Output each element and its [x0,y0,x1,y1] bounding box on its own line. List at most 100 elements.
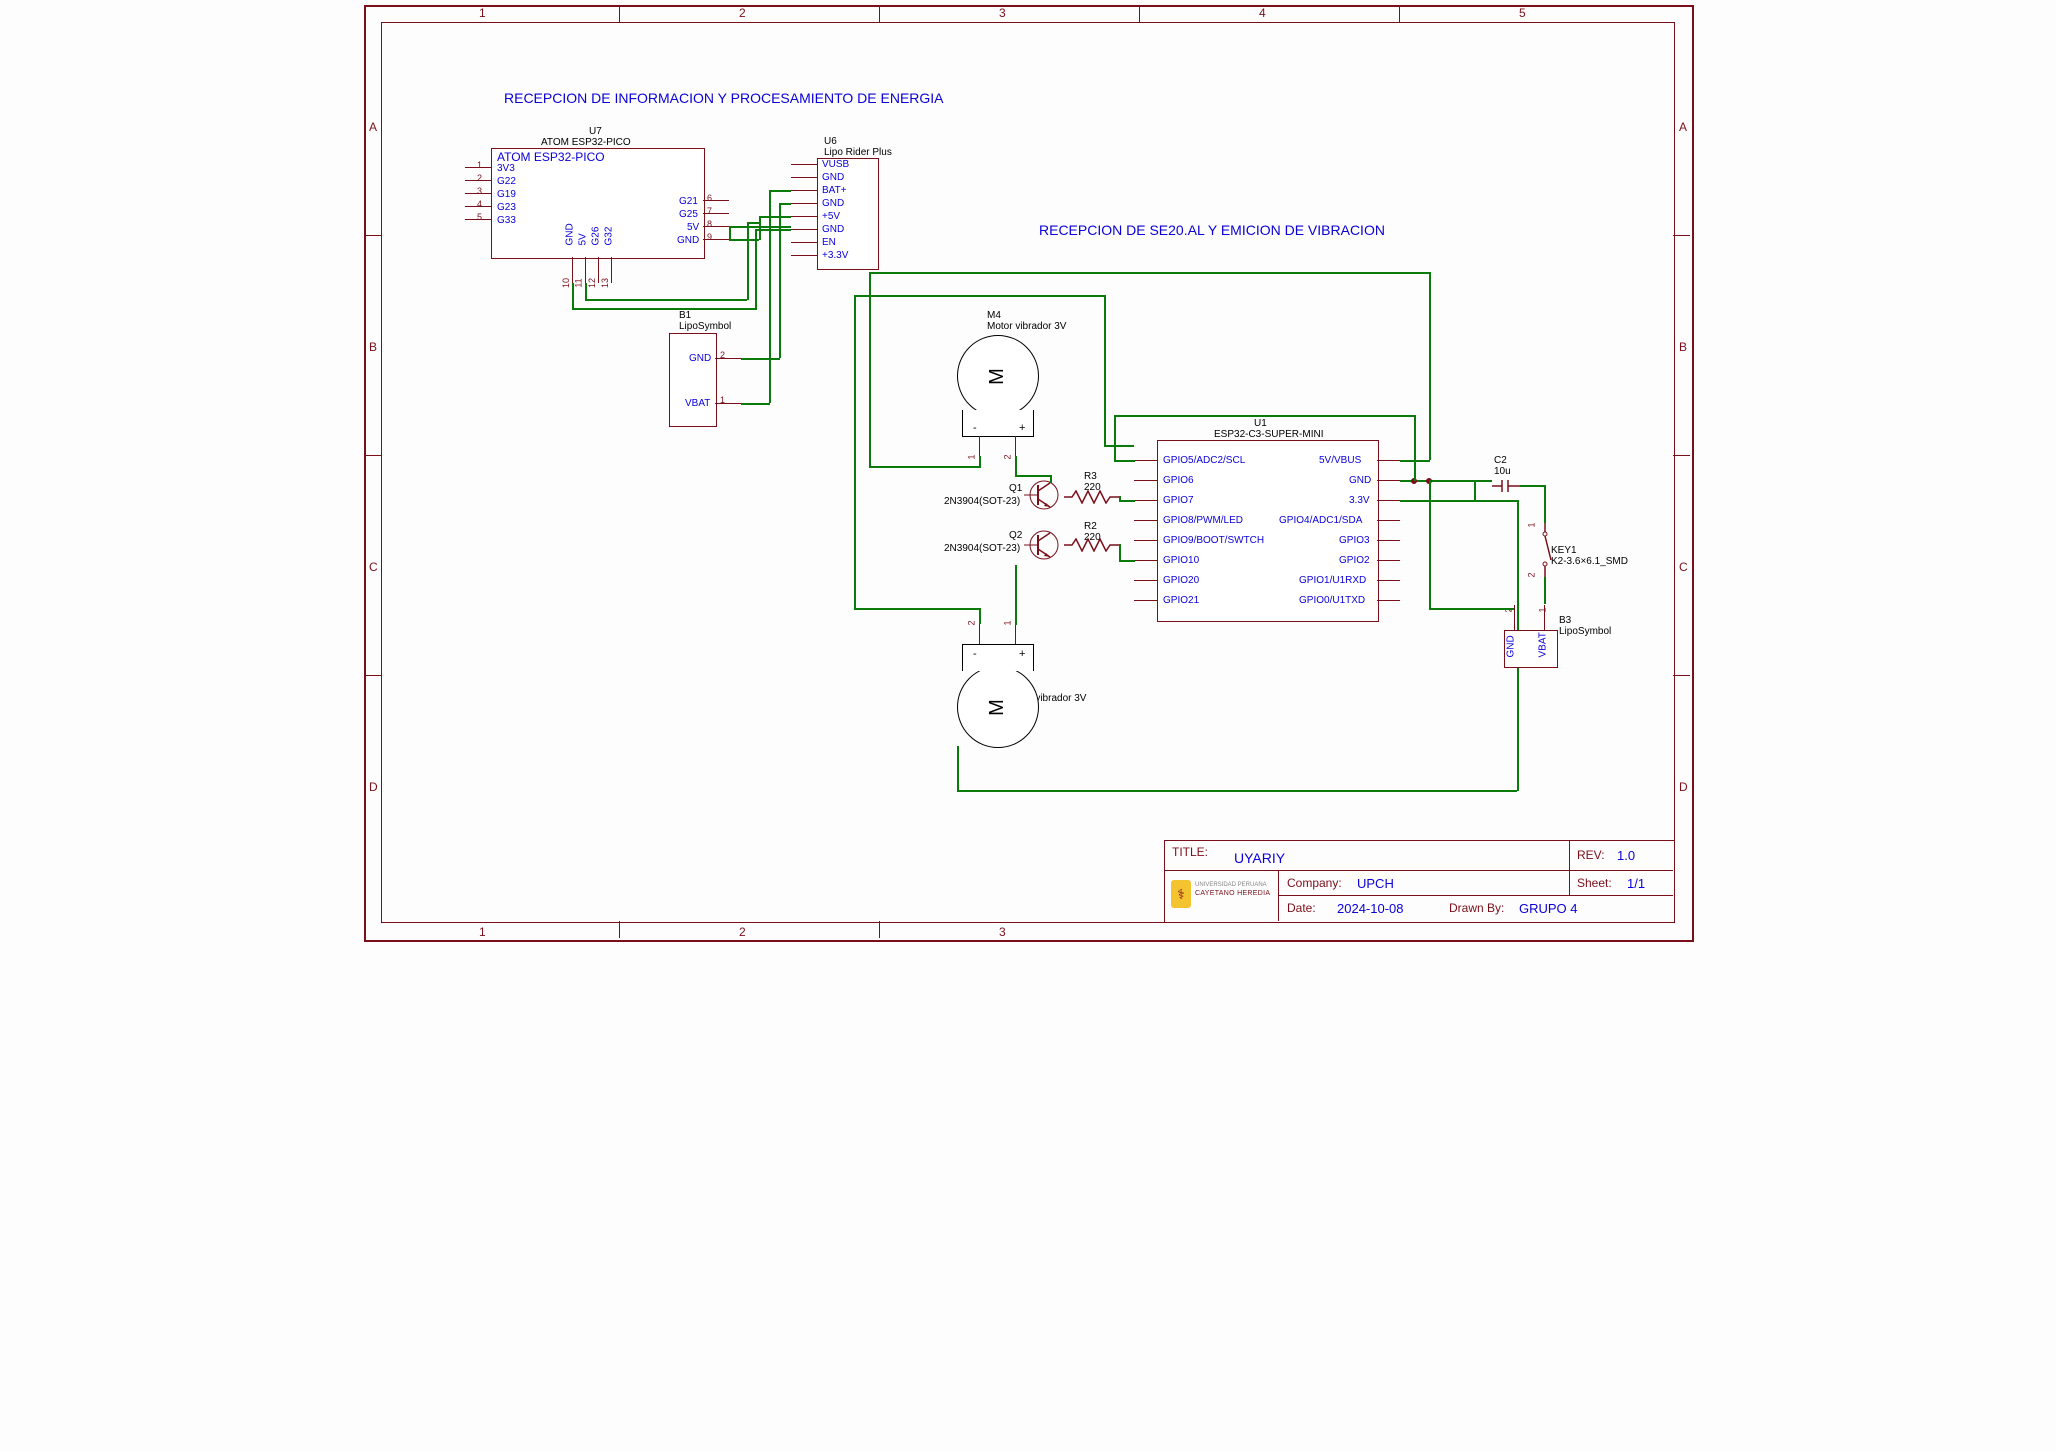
tick [364,455,381,456]
pin [703,200,729,201]
wire [854,608,980,610]
pin [1377,600,1400,601]
ruler-col-1-bot: 1 [479,925,486,939]
b3-pin-vbat: VBAT [1538,632,1549,657]
pin [1134,480,1157,481]
u7-num-9: 9 [707,232,712,242]
u7-pin-g22: G22 [497,176,516,187]
wire [979,456,981,466]
u7-num-11: 11 [574,278,584,287]
u1-ref: U1 [1254,418,1267,429]
wire [1505,500,1518,502]
m3-n1: 1 [1003,620,1013,625]
wire [1544,485,1546,523]
u7-num-3: 3 [477,186,482,196]
b3-num-1: 1 [1538,607,1548,612]
tick [1673,675,1690,676]
u6-ref: U6 [824,136,837,147]
u1-pin-l0: GPIO5/ADC2/SCL [1163,455,1245,466]
u6-pin-5v: +5V [822,211,840,222]
tick [619,921,620,938]
u6-pin-vusb: VUSB [822,159,849,170]
wire [759,216,761,240]
pin [703,239,729,240]
u7-num-12: 12 [587,278,597,288]
wire [1114,415,1415,417]
logo-line1: UNIVERSIDAD PERUANA [1195,882,1267,888]
tb-title-label: TITLE: [1172,845,1208,859]
pin [465,167,491,168]
pin [1544,605,1545,630]
wire [1015,565,1017,625]
tb-rev-value: 1.0 [1617,848,1635,863]
u7-pin-gnd-b: GND [565,223,576,245]
pin [979,624,980,644]
u7-pin-g23: G23 [497,202,516,213]
m3-plus: + [1019,648,1025,660]
ruler-row-b-r: B [1679,340,1687,354]
u7-pin-g32: G32 [604,227,615,246]
wire [854,295,856,608]
wire [747,222,759,224]
wire-bus [869,272,1429,274]
wire [769,190,791,192]
key1-name: K2-3.6×6.1_SMD [1551,556,1628,567]
u1-pin-r7: GPIO0/U1TXD [1299,595,1365,606]
wire [1429,272,1431,460]
wire [755,229,757,309]
wire [957,790,1517,792]
tick [1139,5,1140,22]
ruler-row-a-l: A [369,120,377,134]
logo-line2: CAYETANO HEREDIA [1195,890,1270,897]
ruler-col-2-top: 2 [739,6,746,20]
m4-minus: - [973,422,977,434]
ruler-col-3-bot: 3 [999,925,1006,939]
u1-pin-r6: GPIO1/U1RXD [1299,575,1366,586]
u6-pin-gnd2: GND [822,198,844,209]
r3-ref: R3 [1084,471,1097,482]
tick [619,5,620,22]
pin [465,219,491,220]
pin [791,203,817,204]
u6-pin-33v: +3.3V [822,250,848,261]
pin [465,206,491,207]
m4-n1: 1 [967,454,977,459]
q1-ref: Q1 [1009,483,1022,494]
wire [869,272,871,466]
pin [715,403,741,404]
ruler-col-1-top: 1 [479,6,486,20]
wire [741,403,770,405]
tick [879,5,880,22]
wire [769,190,771,403]
tick [1399,5,1400,22]
b1-pin-gnd: GND [689,353,711,364]
pin [791,229,817,230]
q2-ref: Q2 [1009,530,1022,541]
u7-pin-g25: G25 [679,209,698,220]
u7-num-7: 7 [707,206,712,216]
pin [1134,520,1157,521]
ruler-row-c-r: C [1679,560,1688,574]
tb-company-label: Company: [1287,876,1342,890]
m3-n2: 2 [967,620,977,625]
wire [1114,415,1116,460]
tick [879,921,880,938]
schematic-canvas: 1 2 3 4 5 1 2 3 A B C D A B C D RECEPCIO… [359,0,1697,945]
u1-pin-l2: GPIO7 [1163,495,1194,506]
wire [1429,608,1514,610]
r2-symbol [1064,538,1119,552]
b1-box [669,333,717,427]
tb-date-label: Date: [1287,901,1316,915]
pin [791,190,817,191]
u1-pin-l7: GPIO21 [1163,595,1199,606]
u1-pin-r0: 5V/VBUS [1319,455,1361,466]
pin [1015,624,1016,644]
ruler-col-4-top: 4 [1259,6,1266,20]
wire [729,226,731,240]
r3-symbol [1064,490,1119,504]
ruler-col-2-bot: 2 [739,925,746,939]
u7-pin-g26: G26 [591,227,602,246]
wire [759,216,791,218]
key1-ref: KEY1 [1551,545,1577,556]
section-title-left: RECEPCION DE INFORMACION Y PROCESAMIENTO… [504,90,944,106]
